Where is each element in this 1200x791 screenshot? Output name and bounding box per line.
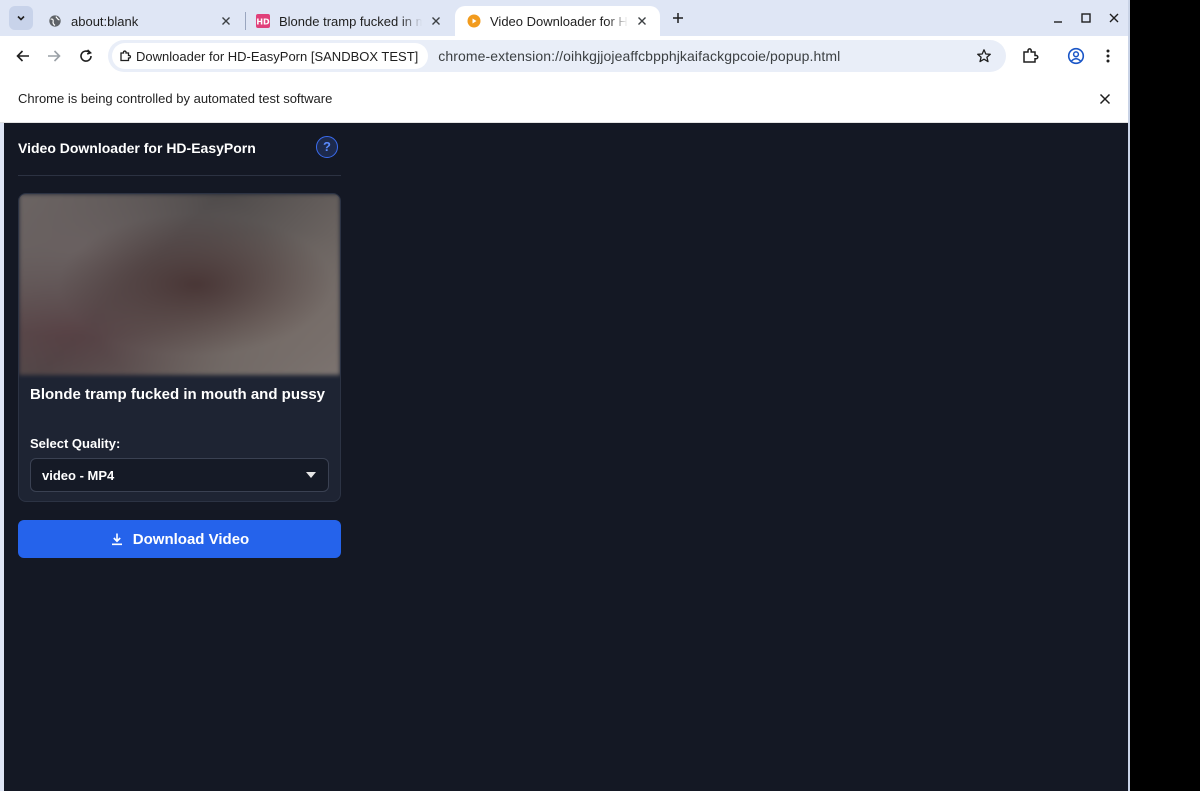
forward-button[interactable] <box>42 44 66 68</box>
minimize-button[interactable] <box>1048 8 1068 28</box>
chevron-down-icon <box>17 15 25 21</box>
maximize-button[interactable] <box>1076 8 1096 28</box>
tab-extension-popup[interactable]: Video Downloader for HD-EasyPorn <box>455 6 660 36</box>
download-button[interactable]: Download Video <box>18 520 341 558</box>
site-info-chip[interactable]: Downloader for HD-EasyPorn [SANDBOX TEST… <box>112 43 429 69</box>
quality-select-value: video - MP4 <box>42 468 115 483</box>
page-content: Video Downloader for HD-EasyPorn ? Blond… <box>4 123 1128 791</box>
profile-button[interactable] <box>1064 44 1088 68</box>
tab-video-page[interactable]: HD Blonde tramp fucked in mouth and puss… <box>244 6 454 36</box>
account-icon <box>1067 47 1085 65</box>
video-card: Blonde tramp fucked in mouth and pussy S… <box>18 193 341 502</box>
tab-title: Video Downloader for HD-EasyPorn <box>490 13 628 29</box>
puzzle-icon <box>118 49 132 63</box>
tab-strip: about:blank HD Blonde tramp fucked in mo… <box>0 0 1128 36</box>
plus-icon <box>673 13 683 23</box>
close-icon <box>1109 13 1119 23</box>
tab-title: Blonde tramp fucked in mouth and pussy <box>279 13 422 29</box>
automation-infobar: Chrome is being controlled by automated … <box>0 76 1128 123</box>
infobar-close-button[interactable] <box>1096 90 1114 108</box>
extensions-button[interactable] <box>1018 44 1042 68</box>
tab-title: about:blank <box>71 13 139 29</box>
back-button[interactable] <box>11 44 35 68</box>
puzzle-icon <box>1023 48 1039 63</box>
video-title: Blonde tramp fucked in mouth and pussy <box>30 386 326 403</box>
tab-about-blank[interactable]: about:blank <box>36 6 244 36</box>
svg-text:HD: HD <box>256 18 270 27</box>
close-icon[interactable] <box>634 13 650 29</box>
new-tab-button[interactable] <box>668 8 688 28</box>
arrow-left-icon <box>16 50 29 62</box>
quality-select[interactable]: video - MP4 <box>30 458 329 492</box>
download-icon <box>110 532 124 546</box>
bookmark-button[interactable] <box>974 46 994 66</box>
close-window-button[interactable] <box>1104 8 1124 28</box>
extension-orange-icon <box>467 14 481 28</box>
star-icon <box>977 49 991 63</box>
url-text[interactable]: chrome-extension://oihkgjjojeaffcbpphjka… <box>438 48 840 64</box>
globe-icon <box>49 15 61 27</box>
reload-icon <box>80 49 93 62</box>
arrow-right-icon <box>48 50 61 62</box>
more-vert-icon <box>1106 49 1110 63</box>
browser-window: about:blank HD Blonde tramp fucked in mo… <box>0 0 1130 791</box>
help-button[interactable]: ? <box>316 136 338 158</box>
popup-header: Video Downloader for HD-EasyPorn ? <box>18 123 341 176</box>
hd-site-icon: HD <box>256 14 270 28</box>
address-bar[interactable]: Downloader for HD-EasyPorn [SANDBOX TEST… <box>108 40 1006 72</box>
close-icon[interactable] <box>428 13 444 29</box>
minimize-icon <box>1054 21 1062 23</box>
download-button-label: Download Video <box>132 530 250 548</box>
quality-label: Select Quality: <box>30 436 121 451</box>
reload-button[interactable] <box>74 44 98 68</box>
video-thumbnail <box>19 194 340 375</box>
extension-popup: Video Downloader for HD-EasyPorn ? Blond… <box>18 123 341 558</box>
close-icon[interactable] <box>218 13 234 29</box>
browser-toolbar: Downloader for HD-EasyPorn [SANDBOX TEST… <box>0 36 1128 76</box>
menu-button[interactable] <box>1096 44 1120 68</box>
popup-title: Video Downloader for HD-EasyPorn <box>18 140 256 156</box>
close-icon <box>1099 93 1111 105</box>
maximize-icon <box>1081 13 1091 23</box>
caret-down-icon <box>306 472 316 478</box>
tab-search-button[interactable] <box>9 6 33 30</box>
site-chip-label: Downloader for HD-EasyPorn [SANDBOX TEST… <box>136 48 419 64</box>
infobar-message: Chrome is being controlled by automated … <box>18 91 333 106</box>
